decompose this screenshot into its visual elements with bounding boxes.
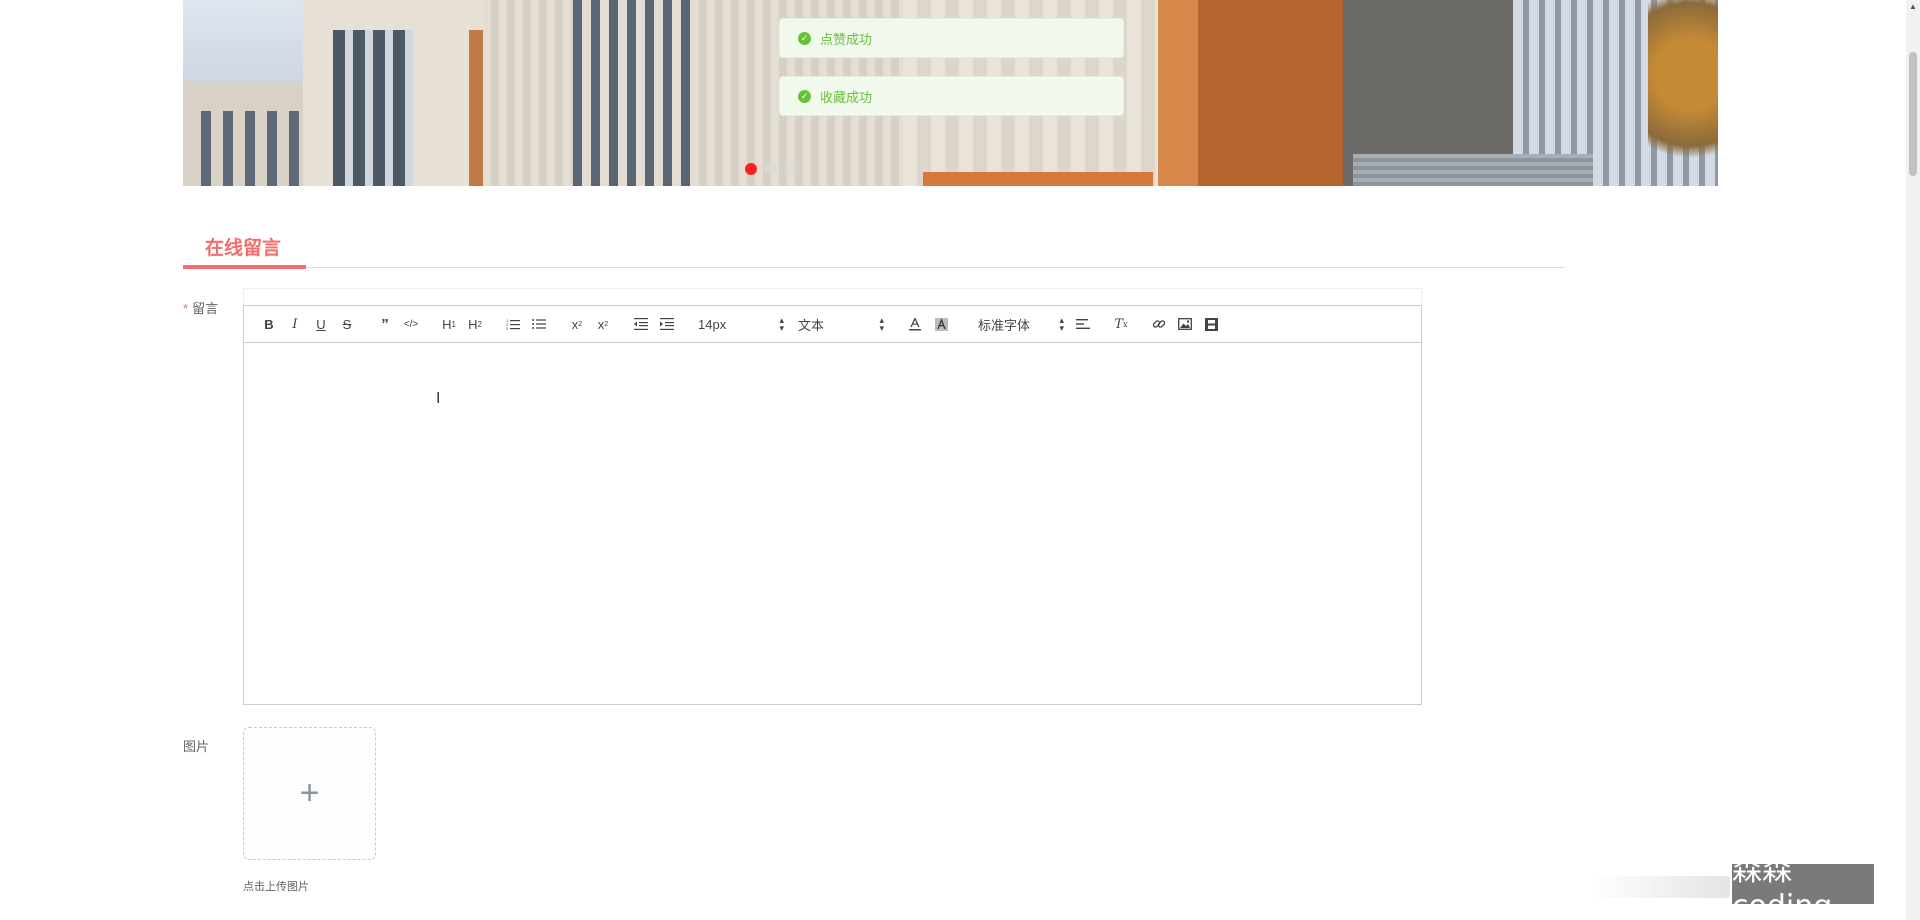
outdent-icon [634, 318, 648, 330]
header1-button[interactable]: H1 [436, 312, 462, 336]
upload-tip: 点击上传图片 [243, 881, 309, 893]
outdent-button[interactable] [628, 312, 654, 336]
success-toast: ✓ 收藏成功 [779, 76, 1124, 116]
code-block-button[interactable]: </> [398, 312, 424, 336]
editor-wrapper [243, 288, 1422, 305]
select-caret-icon: ▴ ▾ [779, 315, 784, 333]
font-family-value: 标准字体 [978, 317, 1031, 333]
editor-content-area[interactable] [243, 343, 1422, 705]
image-button[interactable] [1172, 312, 1198, 336]
scroll-up-icon[interactable]: ▲ [1909, 2, 1917, 11]
banner-stairs [1353, 154, 1593, 186]
header-select[interactable]: 文本 ▴ ▾ [792, 312, 890, 336]
editor-toolbar: B I U S ” </> H1 H2 123 x2 x2 14px ▴ ▾ 文… [243, 305, 1422, 343]
font-color-icon [909, 317, 921, 330]
align-left-icon [1076, 319, 1090, 329]
indent-icon [660, 318, 674, 330]
message-label: * 留言 [183, 298, 218, 317]
check-circle-icon: ✓ [798, 31, 811, 45]
page: ✓ 点赞成功 ✓ 收藏成功 在线留言 * 留言 B I U S ” </> H1 … [0, 0, 1920, 920]
video-icon [1204, 317, 1218, 331]
blurred-overlay [1590, 876, 1730, 898]
header2-button[interactable]: H2 [462, 312, 488, 336]
subscript-button[interactable]: x2 [564, 312, 590, 336]
plus-icon: + [299, 774, 320, 812]
success-toast: ✓ 点赞成功 [779, 18, 1124, 58]
required-mark: * [183, 301, 189, 316]
carousel-dot[interactable] [745, 163, 757, 175]
select-caret-icon: ▴ ▾ [879, 315, 884, 333]
section-title-underline [183, 265, 306, 269]
svg-text:3: 3 [506, 326, 509, 330]
strike-button[interactable]: S [334, 312, 360, 336]
check-circle-icon: ✓ [798, 89, 811, 103]
text-cursor-icon: I [436, 390, 441, 407]
underline-button[interactable]: U [308, 312, 334, 336]
image-icon [1178, 318, 1192, 330]
toast-text: 点赞成功 [820, 31, 873, 47]
link-button[interactable] [1146, 312, 1172, 336]
ordered-list-button[interactable]: 123 [500, 312, 526, 336]
bullet-list-icon [532, 319, 546, 329]
font-color-button[interactable] [902, 312, 928, 336]
background-color-icon [934, 317, 948, 331]
font-size-select[interactable]: 14px ▴ ▾ [692, 312, 790, 336]
font-family-select[interactable]: 标准字体 ▴ ▾ [972, 312, 1070, 336]
toast-text: 收藏成功 [820, 89, 873, 105]
background-color-button[interactable] [928, 312, 954, 336]
ordered-list-icon: 123 [506, 318, 520, 330]
carousel-dot[interactable] [765, 163, 777, 175]
image-upload-button[interactable]: + [243, 727, 376, 860]
bullet-list-button[interactable] [526, 312, 552, 336]
align-button[interactable] [1070, 312, 1096, 336]
select-caret-icon: ▴ ▾ [1059, 315, 1064, 333]
font-size-value: 14px [698, 316, 727, 332]
section-divider [183, 267, 1565, 268]
indent-button[interactable] [654, 312, 680, 336]
italic-button[interactable]: I [282, 312, 308, 336]
carousel-indicators [745, 163, 797, 175]
page-scrollbar[interactable]: ▲ [1906, 0, 1920, 920]
clear-format-button[interactable]: Tx [1108, 312, 1134, 336]
superscript-button[interactable]: x2 [590, 312, 616, 336]
section-title: 在线留言 [205, 238, 282, 259]
carousel-dot[interactable] [785, 163, 797, 175]
message-label-text: 留言 [192, 301, 219, 316]
image-label: 图片 [183, 739, 210, 754]
banner-building [923, 172, 1153, 186]
video-button[interactable] [1198, 312, 1224, 336]
blockquote-button[interactable]: ” [372, 312, 398, 336]
scrollbar-thumb[interactable] [1909, 52, 1917, 176]
header-value: 文本 [798, 317, 825, 333]
bold-button[interactable]: B [256, 312, 282, 336]
watermark: 森森coding [1732, 853, 1874, 920]
link-icon [1152, 320, 1166, 328]
